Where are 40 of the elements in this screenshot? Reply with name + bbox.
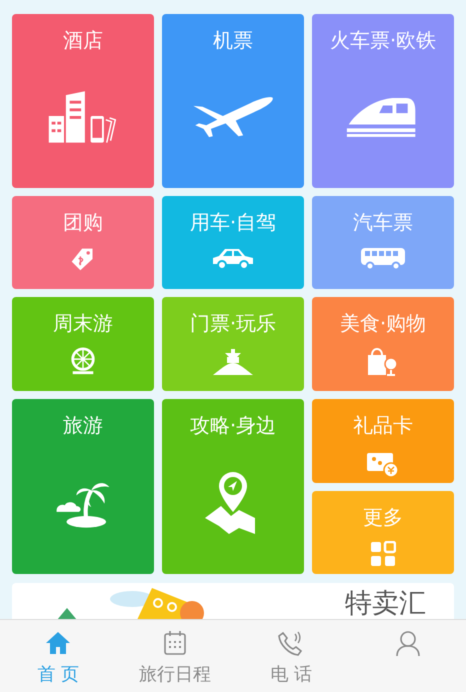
tile-label: 周末游 xyxy=(53,310,113,337)
tile[interactable]: 用车·自驾 xyxy=(162,196,304,289)
tile[interactable]: 汽车票 xyxy=(312,196,454,289)
tab[interactable]: 首 页 xyxy=(0,620,116,692)
person-icon xyxy=(394,630,421,656)
tile[interactable]: 机票 xyxy=(162,14,304,188)
tile[interactable]: 周末游 xyxy=(12,297,154,391)
tile[interactable]: 旅游 xyxy=(12,399,154,574)
tab[interactable]: 旅行日程 xyxy=(116,620,233,692)
tile-label: 机票 xyxy=(213,27,253,54)
tile[interactable]: 礼品卡 xyxy=(312,399,454,483)
tile-label: 团购 xyxy=(63,209,103,236)
banner-title: 特卖汇 xyxy=(345,588,426,620)
tile-label: 攻略·身边 xyxy=(190,412,276,439)
phone-icon xyxy=(278,630,304,656)
car-icon xyxy=(211,246,255,270)
tile-label: 酒店 xyxy=(63,27,103,54)
promo-banner[interactable]: 特卖汇 xyxy=(12,583,454,620)
tile[interactable]: 美食·购物 xyxy=(312,297,454,391)
home-icon xyxy=(45,630,72,656)
tile[interactable]: 门票·玩乐 xyxy=(162,297,304,391)
tile[interactable]: 火车票·欧铁 xyxy=(312,14,454,188)
tile-label: 旅游 xyxy=(63,412,103,439)
grid-icon xyxy=(370,541,396,567)
tile-label: 汽车票 xyxy=(353,209,413,236)
tile[interactable]: 团购 xyxy=(12,196,154,289)
tile-label: 用车·自驾 xyxy=(190,209,276,236)
tile-label: 更多 xyxy=(363,504,403,531)
bus-icon xyxy=(360,246,406,270)
tile-label: 火车票·欧铁 xyxy=(330,27,436,54)
tile[interactable]: 更多 xyxy=(312,491,454,574)
tile-label: 门票·玩乐 xyxy=(190,310,276,337)
tab[interactable]: 电 话 xyxy=(233,620,350,692)
pavilion-icon xyxy=(211,347,255,377)
tile[interactable]: 攻略·身边 xyxy=(162,399,304,574)
ferris-wheel-icon xyxy=(69,347,97,375)
tile-label: 美食·购物 xyxy=(340,310,426,337)
tile-label: 礼品卡 xyxy=(353,412,413,439)
calendar-icon xyxy=(162,630,188,656)
tile[interactable]: 酒店 xyxy=(12,14,154,188)
